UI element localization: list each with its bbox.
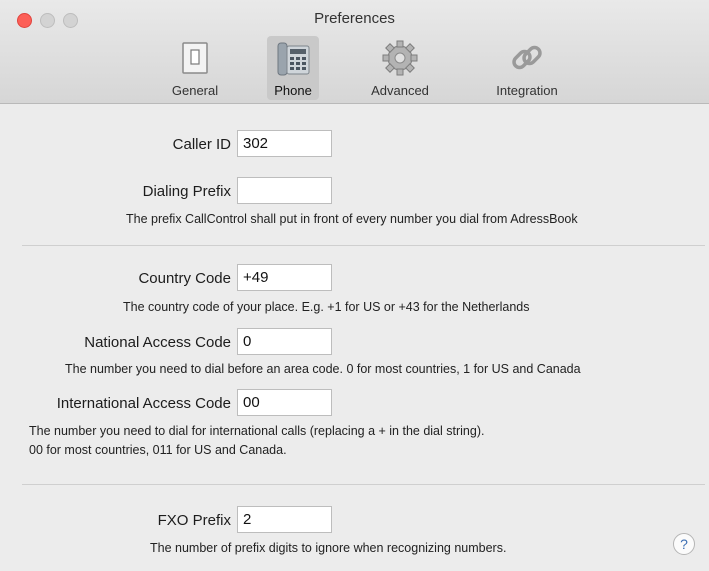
switch-icon <box>182 42 208 74</box>
fxo-prefix-label: FXO Prefix <box>157 512 231 529</box>
phone-settings-panel: Caller ID Dialing Prefix The prefix Call… <box>0 104 709 571</box>
window-title: Preferences <box>314 10 395 27</box>
country-code-label: Country Code <box>138 270 231 287</box>
dialing-prefix-label: Dialing Prefix <box>142 183 231 200</box>
fxo-prefix-field[interactable] <box>237 506 332 533</box>
separator <box>22 484 705 485</box>
toolbar: Preferences General Phone Advanced Integ… <box>0 0 709 104</box>
international-access-code-field[interactable] <box>237 389 332 416</box>
tab-advanced-label: Advanced <box>371 83 429 98</box>
international-access-code-help-line2: 00 for most countries, 011 for US and Ca… <box>29 443 287 457</box>
gear-icon <box>382 40 418 76</box>
separator <box>22 245 705 246</box>
caller-id-field[interactable] <box>237 130 332 157</box>
national-access-code-help: The number you need to dial before an ar… <box>65 362 581 376</box>
dialing-prefix-field[interactable] <box>237 177 332 204</box>
international-access-code-label: International Access Code <box>56 395 231 412</box>
tab-phone-label: Phone <box>274 83 312 98</box>
dialing-prefix-help: The prefix CallControl shall put in fron… <box>126 212 578 226</box>
international-access-code-help-line1: The number you need to dial for internat… <box>29 424 485 438</box>
tab-advanced[interactable]: Advanced <box>360 36 440 100</box>
help-button[interactable]: ? <box>673 533 695 555</box>
preferences-window: Preferences General Phone Advanced Integ… <box>0 0 709 571</box>
caller-id-label: Caller ID <box>172 136 231 153</box>
country-code-help: The country code of your place. E.g. +1 … <box>123 300 530 314</box>
fxo-prefix-help: The number of prefix digits to ignore wh… <box>150 541 507 555</box>
national-access-code-label: National Access Code <box>84 334 231 351</box>
phone-icon <box>277 42 310 76</box>
tab-general-label: General <box>171 83 219 98</box>
national-access-code-field[interactable] <box>237 328 332 355</box>
tab-general[interactable]: General <box>160 36 230 100</box>
link-icon <box>512 45 542 70</box>
tab-integration[interactable]: Integration <box>487 36 567 100</box>
tab-integration-label: Integration <box>496 83 558 98</box>
tab-phone[interactable]: Phone <box>267 36 319 100</box>
country-code-field[interactable] <box>237 264 332 291</box>
